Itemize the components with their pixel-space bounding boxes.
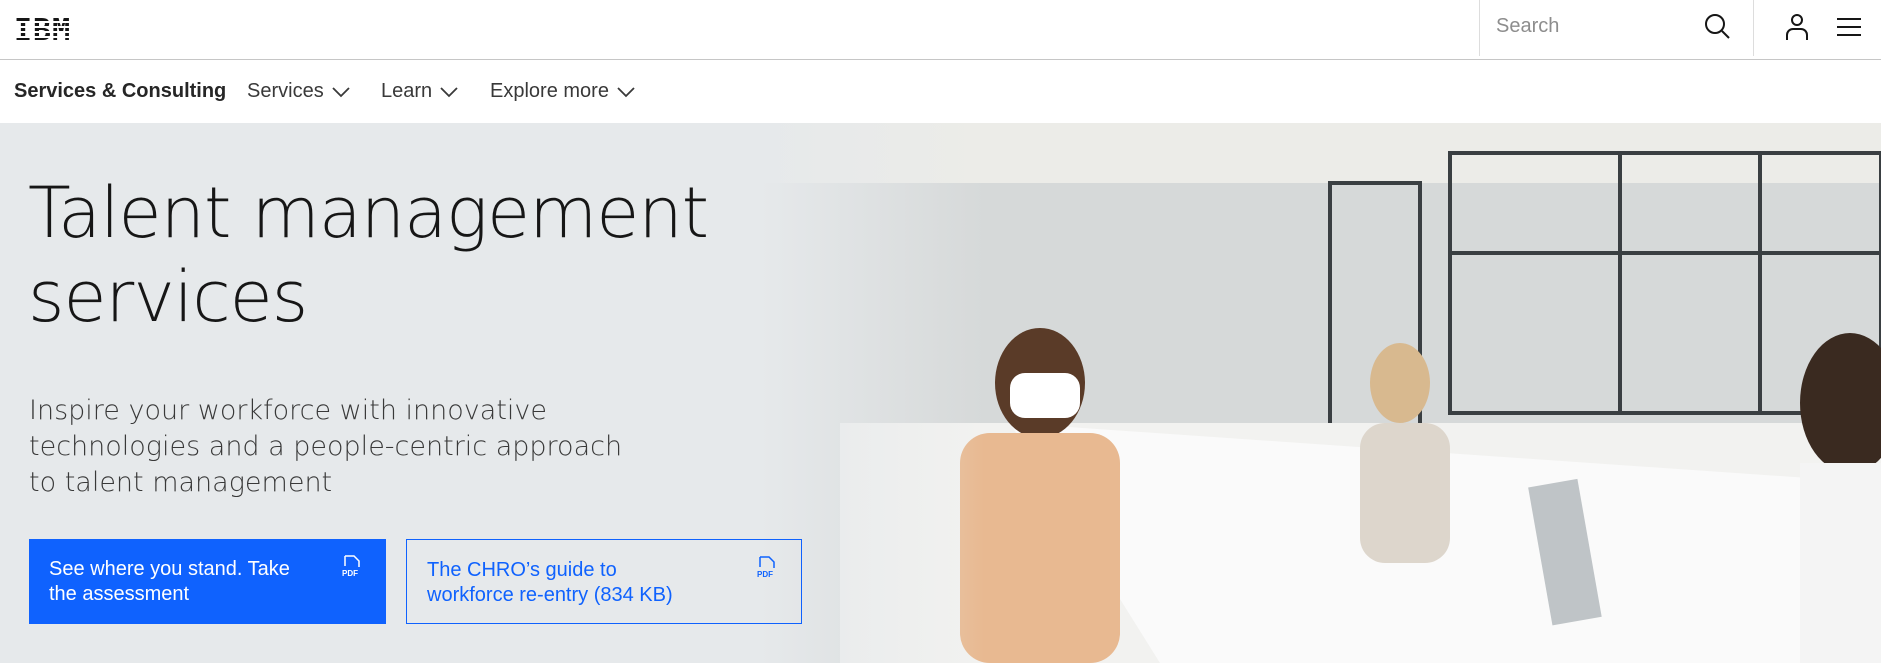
chevron-down-icon (440, 86, 458, 97)
svg-text:PDF: PDF (757, 570, 773, 579)
page-title: Talent management services (28, 171, 709, 339)
pdf-icon: PDF (342, 555, 360, 578)
chro-guide-download-button[interactable]: The CHRO’s guide to workforce re-entry (… (406, 539, 802, 624)
title-line: services (28, 256, 308, 338)
hero-office-image (760, 123, 1881, 663)
nav-item-learn[interactable]: Learn (381, 80, 458, 103)
search-placeholder: Search (1496, 15, 1560, 37)
hero: Talent management services Inspire your … (0, 123, 1881, 663)
chevron-down-icon (332, 86, 350, 97)
user-icon[interactable] (1782, 12, 1812, 42)
search-input[interactable]: Search (1479, 0, 1754, 56)
secondary-nav: Services & Consulting Services Learn Exp… (0, 60, 1881, 123)
ibm-logo[interactable]: IBM (14, 13, 71, 48)
search-icon[interactable] (1703, 12, 1733, 42)
menu-icon[interactable] (1836, 16, 1862, 38)
nav-brand[interactable]: Services & Consulting (14, 80, 226, 103)
button-label: See where you stand. Take the assessment (49, 558, 290, 605)
assessment-button[interactable]: See where you stand. Take the assessment… (29, 539, 386, 624)
hero-subtitle: Inspire your workforce with innovative t… (29, 395, 623, 498)
svg-text:PDF: PDF (342, 569, 358, 578)
chevron-down-icon (617, 86, 635, 97)
nav-item-explore-more[interactable]: Explore more (490, 80, 635, 103)
pdf-icon: PDF (757, 556, 775, 579)
title-line: Talent management (28, 172, 709, 254)
nav-item-label: Learn (381, 80, 433, 102)
masthead: IBM Search (0, 0, 1881, 60)
nav-item-label: Explore more (490, 80, 609, 102)
button-label: The CHRO’s guide to workforce re-entry (… (427, 559, 673, 606)
nav-item-label: Services (247, 80, 324, 102)
nav-item-services[interactable]: Services (247, 80, 350, 103)
